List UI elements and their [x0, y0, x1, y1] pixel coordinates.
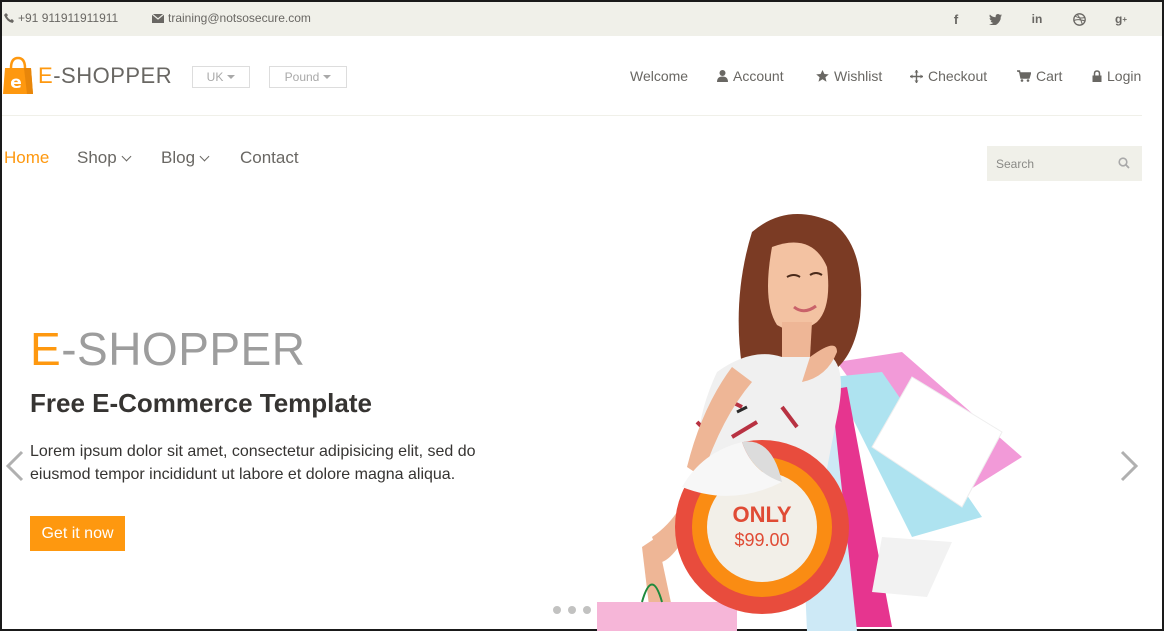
google-plus-icon[interactable]: g + — [1112, 10, 1130, 28]
phone-text: +91 911911911911 — [18, 11, 119, 25]
get-it-now-button[interactable]: Get it now — [30, 516, 125, 551]
checkout-link[interactable]: Checkout — [910, 68, 987, 84]
top-bar: +91 911911911911 training@notsosecure.co… — [2, 2, 1162, 36]
logo[interactable]: e E-SHOPPER — [2, 56, 172, 96]
dribbble-icon[interactable] — [1070, 10, 1088, 28]
star-icon — [816, 70, 829, 82]
hero-brand: E-SHOPPER — [30, 323, 306, 375]
login-link[interactable]: Login — [1092, 68, 1141, 84]
phone-icon — [4, 13, 14, 23]
crosshairs-icon — [910, 69, 923, 83]
caret-down-icon — [323, 75, 332, 79]
hero-description: Lorem ipsum dolor sit amet, consectetur … — [30, 443, 476, 483]
nav-shop[interactable]: Shop — [77, 148, 132, 168]
slider-prev-arrow-icon[interactable] — [4, 450, 26, 482]
logo-letter: e — [10, 73, 22, 93]
chevron-down-icon — [121, 151, 132, 161]
slider-indicator[interactable] — [553, 606, 561, 614]
nav-contact[interactable]: Contact — [240, 148, 299, 168]
phone-contact[interactable]: +91 911911911911 — [4, 11, 118, 25]
lock-icon — [1092, 70, 1102, 82]
country-value: UK — [206, 70, 224, 84]
logo-text: E-SHOPPER — [38, 63, 173, 88]
linkedin-icon[interactable]: in — [1028, 10, 1046, 28]
slider-indicator[interactable] — [568, 606, 576, 614]
facebook-icon[interactable]: f — [947, 10, 965, 28]
caret-down-icon — [227, 75, 236, 79]
email-text: training@notsosecure.com — [168, 11, 311, 25]
twitter-icon[interactable] — [986, 10, 1004, 28]
currency-value: Pound — [284, 70, 320, 84]
currency-dropdown[interactable]: Pound — [269, 66, 347, 88]
search-input[interactable] — [987, 146, 1107, 181]
shopping-cart-icon — [1017, 70, 1031, 82]
cart-link[interactable]: Cart — [1017, 68, 1062, 84]
email-contact[interactable]: training@notsosecure.com — [152, 11, 311, 25]
slider-indicator[interactable] — [583, 606, 591, 614]
envelope-icon — [152, 13, 164, 23]
user-icon — [717, 70, 728, 82]
welcome-link[interactable]: Welcome — [630, 68, 688, 84]
chevron-down-icon — [199, 151, 210, 161]
wishlist-link[interactable]: Wishlist — [816, 68, 882, 84]
nav-home[interactable]: Home — [4, 148, 49, 168]
nav-blog[interactable]: Blog — [161, 148, 210, 168]
search-icon[interactable] — [1118, 157, 1130, 169]
badge-only-text: ONLY — [732, 502, 792, 527]
search-box — [987, 146, 1142, 181]
slider-next-arrow-icon[interactable] — [1118, 450, 1140, 482]
hero-title: Free E-Commerce Template — [30, 388, 372, 418]
hero-model-image — [597, 214, 1022, 631]
shopping-bag-logo-icon: e — [3, 56, 33, 94]
header-divider — [2, 115, 1142, 116]
country-dropdown[interactable]: UK — [192, 66, 250, 88]
badge-price-text: $99.00 — [734, 530, 790, 550]
account-link[interactable]: Account — [717, 68, 784, 84]
